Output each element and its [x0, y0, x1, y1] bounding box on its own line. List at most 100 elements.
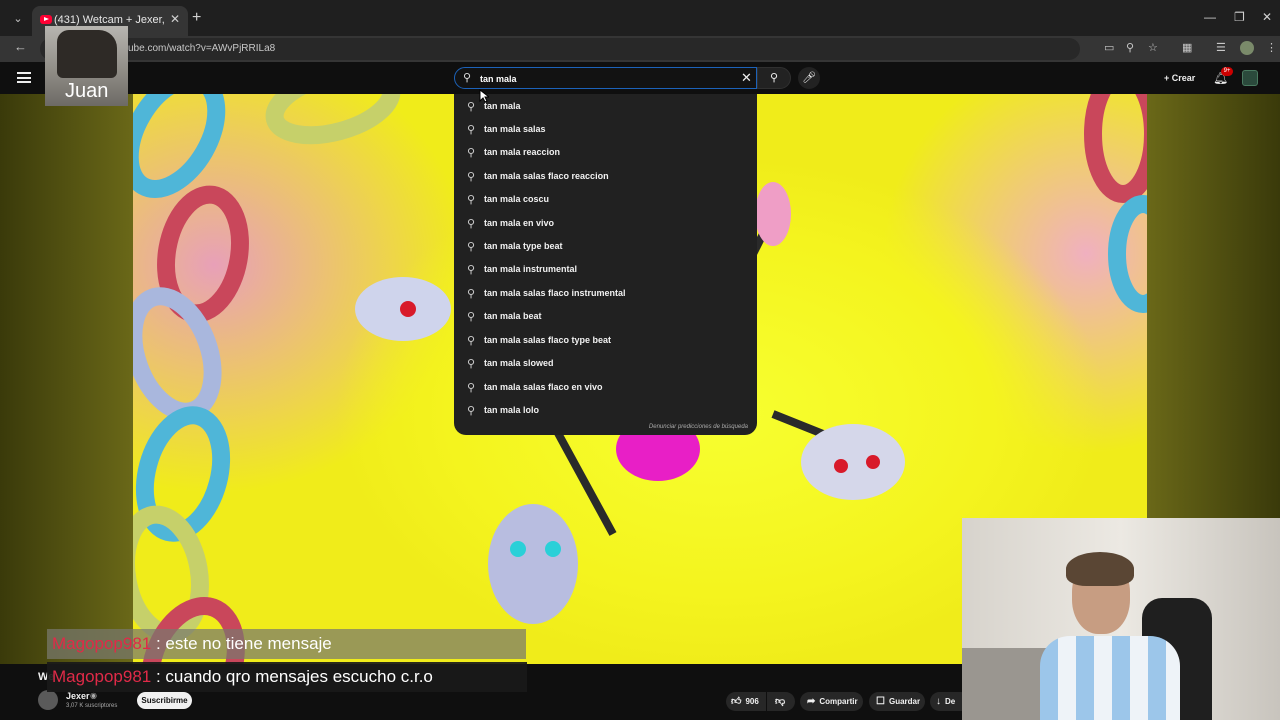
chat-message: Magopop981 : cuando qro mensajes escucho…: [47, 662, 527, 692]
webcam-overlay-streamer: [962, 518, 1280, 720]
window-close-icon[interactable]: ✕: [1262, 10, 1272, 24]
microphone-icon[interactable]: 🎤︎: [798, 67, 820, 89]
chat-username: Magopop981: [52, 667, 152, 686]
search-icon: ⚲: [463, 72, 472, 84]
channel-name[interactable]: Jexer: [66, 691, 90, 701]
share-arrow-icon: ➦: [807, 696, 816, 707]
url-text: ube.com/watch?v=AWvPjRRILa8: [128, 43, 276, 54]
like-button[interactable]: 👍︎ 906: [726, 692, 766, 711]
search-icon: ⚲: [467, 288, 476, 300]
tab-title: (431) Wetcam + Jexer, Mda - Yo: [54, 14, 164, 26]
channel-avatar[interactable]: [38, 690, 58, 710]
extensions-icon[interactable]: ▦: [1182, 41, 1192, 54]
suggestion-text: tan mala reaccion: [484, 147, 561, 157]
suggestion-item[interactable]: ⚲ tan mala slowed: [454, 354, 757, 374]
youtube-header: ⚲ ✕ ⚲ 🎤︎ + Crear 🔔︎ 9+: [0, 62, 1280, 94]
profile-avatar[interactable]: [1240, 41, 1254, 55]
dislike-button[interactable]: 👎︎: [767, 692, 795, 711]
suggestion-item[interactable]: ⚲ tan mala salas flaco type beat: [454, 331, 757, 351]
search-icon: ⚲: [467, 382, 476, 394]
thumbs-up-icon: 👍︎: [731, 696, 742, 707]
subscribe-button[interactable]: Suscribirme: [137, 692, 192, 709]
mouse-cursor-icon: [479, 89, 489, 103]
search-icon: ⚲: [467, 241, 476, 253]
suggestion-item[interactable]: ⚲ tan mala instrumental: [454, 260, 757, 280]
browser-menu-icon[interactable]: ⋮: [1266, 41, 1277, 54]
suggestion-text: tan mala slowed: [484, 358, 554, 368]
suggestion-item[interactable]: ⚲ tan mala reaccion: [454, 143, 757, 163]
webcam-name-label: Juan: [65, 80, 109, 102]
search-icon: ⚲: [467, 218, 476, 230]
suggestion-text: tan mala lolo: [484, 405, 540, 415]
zoom-icon[interactable]: ⚲: [1126, 41, 1134, 54]
suggestion-item[interactable]: ⚲ tan mala coscu: [454, 190, 757, 210]
suggestion-text: tan mala en vivo: [484, 218, 555, 228]
suggestion-text: tan mala: [484, 101, 521, 111]
create-label: Crear: [1171, 73, 1196, 83]
like-count: 906: [745, 697, 759, 706]
create-button[interactable]: + Crear: [1158, 68, 1206, 88]
suggestion-item[interactable]: ⚲ tan mala salas flaco en vivo: [454, 378, 757, 398]
download-label: De: [945, 697, 956, 706]
clear-search-icon[interactable]: ✕: [741, 70, 752, 86]
webcam-hair: [1066, 552, 1134, 586]
thumbs-down-icon: 👎︎: [775, 696, 786, 707]
suggestion-text: tan mala salas flaco reaccion: [484, 171, 609, 181]
minimize-icon[interactable]: —: [1204, 10, 1216, 24]
address-bar[interactable]: ube.com/watch?v=AWvPjRRILa8: [40, 38, 1080, 60]
search-suggestions-dropdown: ⚲ tan mala ⚲ tan mala salas ⚲ tan mala reac…: [454, 94, 757, 435]
report-predictions-link[interactable]: Denunciar predicciones de búsqueda: [649, 424, 748, 430]
chat-text: : cuando qro mensajes escucho c.r.o: [151, 667, 433, 686]
notification-count-badge: 9+: [1221, 67, 1233, 76]
youtube-favicon-icon: [40, 15, 52, 24]
suggestion-text: tan mala salas: [484, 124, 546, 134]
subscriber-count: 3,07 K suscriptores: [66, 703, 118, 709]
download-icon: ↓: [936, 696, 941, 707]
tab-close-icon[interactable]: ✕: [170, 12, 180, 26]
browser-tabstrip: ⌄ (431) Wetcam + Jexer, Mda - Yo ✕ + — ❐…: [0, 0, 1280, 36]
chat-text: : este no tiene mensaje: [151, 634, 332, 653]
screen: ⌄ (431) Wetcam + Jexer, Mda - Yo ✕ + — ❐…: [0, 0, 1280, 720]
suggestion-text: tan mala type beat: [484, 241, 563, 251]
search-icon: ⚲: [467, 101, 476, 113]
tab-list-button[interactable]: ⌄: [8, 9, 28, 29]
share-button[interactable]: ➦ Compartir: [800, 692, 863, 711]
suggestion-item[interactable]: ⚲ tan mala type beat: [454, 237, 757, 257]
reading-list-icon[interactable]: ☰: [1216, 41, 1226, 54]
left-backdrop: [0, 94, 133, 664]
suggestion-text: tan mala salas flaco en vivo: [484, 382, 603, 392]
suggestion-item[interactable]: ⚲ tan mala salas flaco instrumental: [454, 284, 757, 304]
search-icon: ⚲: [467, 264, 476, 276]
search-button[interactable]: ⚲: [757, 67, 791, 89]
bookmark-icon: ☐: [876, 696, 885, 707]
suggestion-item[interactable]: ⚲ tan mala beat: [454, 307, 757, 327]
browser-toolbar: ← ube.com/watch?v=AWvPjRRILa8 ▭ ⚲ ☆ ▦ ☰ …: [0, 36, 1280, 62]
suggestion-text: tan mala coscu: [484, 194, 550, 204]
search-icon: ⚲: [467, 311, 476, 323]
webcam-shirt: [1040, 636, 1180, 720]
account-avatar[interactable]: [1242, 70, 1258, 86]
restore-icon[interactable]: ❐: [1234, 10, 1245, 24]
suggestion-item[interactable]: ⚲ tan mala salas flaco reaccion: [454, 167, 757, 187]
search-icon: ⚲: [467, 335, 476, 347]
bookmark-star-icon[interactable]: ☆: [1148, 41, 1158, 54]
search-input[interactable]: [480, 71, 730, 86]
suggestion-text: tan mala beat: [484, 311, 542, 321]
search-icon: ⚲: [467, 405, 476, 417]
webcam-overlay-small: Juan: [45, 26, 128, 106]
back-arrow-icon[interactable]: ←: [14, 39, 27, 54]
verified-badge-icon: ◉: [90, 691, 97, 700]
search-box[interactable]: ⚲ ✕: [454, 67, 757, 89]
new-tab-button[interactable]: +: [192, 9, 201, 27]
save-button[interactable]: ☐ Guardar: [869, 692, 925, 711]
webcam-figure: [57, 30, 117, 78]
suggestion-text: tan mala salas flaco type beat: [484, 335, 612, 345]
suggestion-item[interactable]: ⚲ tan mala salas: [454, 120, 757, 140]
suggestion-item[interactable]: ⚲ tan mala en vivo: [454, 214, 757, 234]
suggestion-item[interactable]: ⚲ tan mala: [454, 97, 757, 117]
suggestion-item[interactable]: ⚲ tan mala lolo: [454, 401, 757, 421]
save-label: Guardar: [888, 697, 921, 706]
install-app-icon[interactable]: ▭: [1104, 41, 1114, 54]
hamburger-menu-icon[interactable]: [17, 72, 31, 83]
chat-username: Magopop981: [52, 634, 152, 653]
